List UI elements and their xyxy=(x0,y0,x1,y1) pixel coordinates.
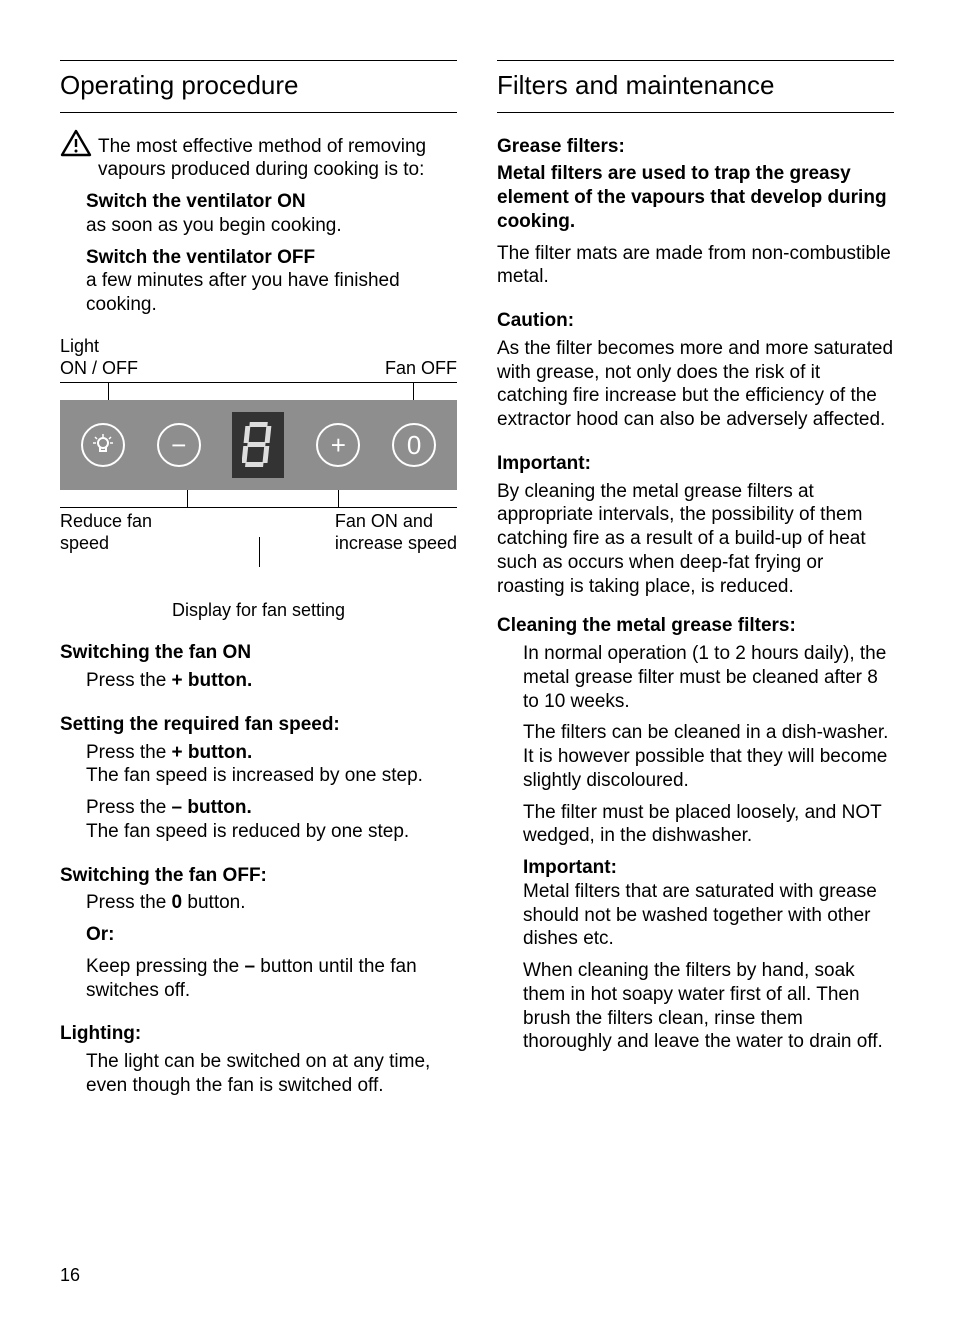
important-text: By cleaning the metal grease filters at … xyxy=(497,480,894,599)
heading-filters-maintenance: Filters and maintenance xyxy=(497,60,894,113)
label-speed: speed xyxy=(60,532,152,555)
grease-filters-bold: Metal filters are used to trap the greas… xyxy=(497,162,894,233)
caution-text: As the filter becomes more and more satu… xyxy=(497,337,894,432)
display-caption: Display for fan setting xyxy=(60,599,457,622)
label-fan-on: Fan ON and xyxy=(335,510,457,533)
cleaning-p2: The filters can be cleaned in a dish-was… xyxy=(523,721,894,792)
or-label: Or: xyxy=(86,923,457,947)
minus-button-icon: − xyxy=(157,423,201,467)
light-button-icon xyxy=(81,423,125,467)
warning-icon xyxy=(60,129,92,164)
label-on-off: ON / OFF xyxy=(60,357,138,380)
ventilator-on-title: Switch the ventilator ON xyxy=(86,190,457,214)
switching-off-heading: Switching the fan OFF: xyxy=(60,864,457,888)
switching-on-heading: Switching the fan ON xyxy=(60,641,457,665)
intro-text: The most effective method of removing va… xyxy=(98,135,457,183)
grease-filters-text: The filter mats are made from non-combus… xyxy=(497,242,894,290)
ventilator-off-desc: a few minutes after you have finished co… xyxy=(86,269,457,317)
control-panel-diagram: Light ON / OFF Fan OFF xyxy=(60,335,457,622)
setting-speed-minus: Press the – button. The fan speed is red… xyxy=(86,796,457,844)
cleaning-p4: When cleaning the filters by hand, soak … xyxy=(523,959,894,1054)
right-column: Filters and maintenance Grease filters: … xyxy=(497,60,894,1106)
plus-button-icon: + xyxy=(316,423,360,467)
cleaning-p1: In normal operation (1 to 2 hours daily)… xyxy=(523,642,894,713)
label-reduce-fan: Reduce fan xyxy=(60,510,152,533)
left-column: Operating procedure The most effective m… xyxy=(60,60,457,1106)
setting-speed-plus: Press the + button. The fan speed is inc… xyxy=(86,741,457,789)
lighting-text: The light can be switched on at any time… xyxy=(60,1050,457,1098)
zero-button-icon: 0 xyxy=(392,423,436,467)
important2: Important: Metal filters that are satura… xyxy=(523,856,894,951)
caution-heading: Caution: xyxy=(497,309,894,333)
label-increase-speed: increase speed xyxy=(335,532,457,555)
switching-off-minus: Keep pressing the – button until the fan… xyxy=(86,955,457,1003)
page-number: 16 xyxy=(60,1264,80,1287)
label-fan-off: Fan OFF xyxy=(385,357,457,380)
switching-off-zero: Press the 0 button. xyxy=(86,891,457,915)
switching-on-text: Press the + button. xyxy=(60,669,457,693)
heading-operating-procedure: Operating procedure xyxy=(60,60,457,113)
important-heading: Important: xyxy=(497,452,894,476)
cleaning-p3: The filter must be placed loosely, and N… xyxy=(523,801,894,849)
cleaning-heading: Cleaning the metal grease filters: xyxy=(497,614,894,638)
ventilator-off-title: Switch the ventilator OFF xyxy=(86,246,457,270)
label-light: Light xyxy=(60,335,138,358)
grease-filters-heading: Grease filters: xyxy=(497,135,894,159)
setting-speed-heading: Setting the required fan speed: xyxy=(60,713,457,737)
ventilator-on-desc: as soon as you begin cooking. xyxy=(86,214,457,238)
fan-speed-display xyxy=(232,412,284,478)
lighting-heading: Lighting: xyxy=(60,1022,457,1046)
